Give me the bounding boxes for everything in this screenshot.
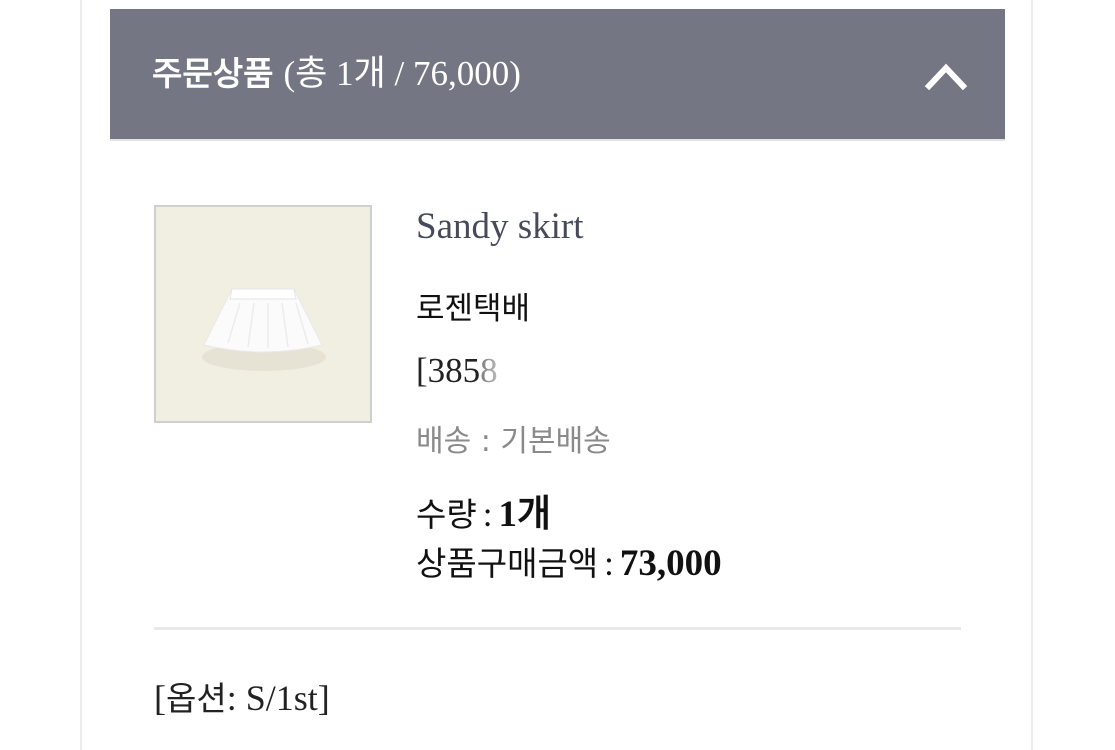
price-label: 상품구매금액 xyxy=(416,544,599,583)
product-name-link[interactable]: Sandy skirt xyxy=(416,205,584,248)
order-summary: (총 1개 / 76,000) xyxy=(283,54,521,93)
section-divider xyxy=(154,627,961,630)
frame-border-left xyxy=(80,0,82,750)
quantity-value: 1개 xyxy=(498,494,552,535)
product-option: [옵션: S/1st] xyxy=(154,672,330,720)
price-separator: : xyxy=(604,544,614,583)
redaction-mask xyxy=(479,353,570,394)
shipping-type: 배송 : 기본배송 xyxy=(416,424,611,459)
quantity-line: 수량:1개 xyxy=(416,483,551,537)
skirt-image xyxy=(156,207,370,421)
option-open-bracket: [ xyxy=(154,678,166,718)
order-products-title: 주문상품 (총 1개 / 76,000) xyxy=(152,9,521,139)
price-value: 73,000 xyxy=(619,543,722,584)
frame-border-right xyxy=(1031,0,1033,750)
shipping-carrier: 로젠택배 xyxy=(416,291,531,327)
order-products-label: 주문상품 xyxy=(152,54,274,93)
quantity-separator: : xyxy=(482,495,493,534)
tracking-code: [3858 xyxy=(416,351,570,394)
chevron-up-icon[interactable] xyxy=(923,54,969,94)
option-label: 옵션 xyxy=(166,679,227,718)
order-products-page: 주문상품 (총 1개 / 76,000) Sandy skirt 로젠택배 [38… xyxy=(0,0,1115,750)
order-products-header[interactable]: 주문상품 (총 1개 / 76,000) xyxy=(110,9,1005,139)
quantity-label: 수량 xyxy=(416,495,477,534)
product-thumbnail[interactable] xyxy=(154,205,372,423)
price-line: 상품구매금액:73,000 xyxy=(416,537,722,585)
option-value: : S/1st] xyxy=(226,678,330,718)
